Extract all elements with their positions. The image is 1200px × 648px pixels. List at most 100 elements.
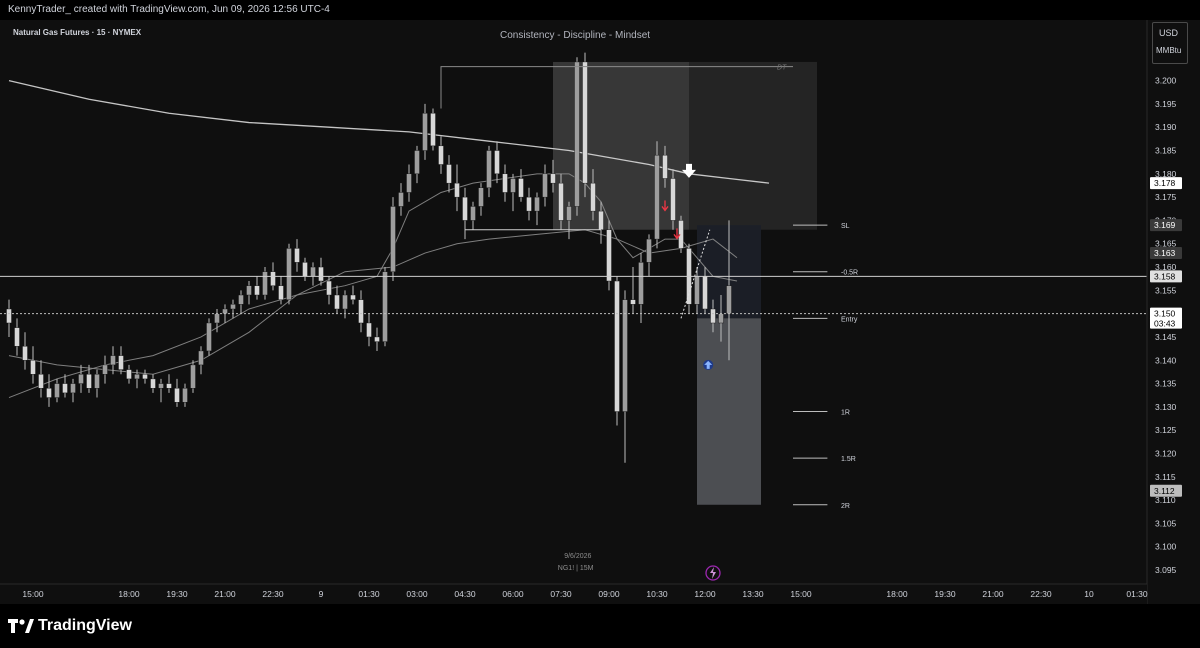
candle-body	[310, 266, 316, 277]
candle	[614, 276, 620, 426]
candle	[486, 145, 492, 198]
candle	[358, 290, 364, 333]
y-tick-label: 3.100	[1155, 542, 1177, 552]
candle-body	[134, 374, 140, 380]
candle	[190, 360, 196, 393]
y-tick-label: 3.130	[1155, 402, 1177, 412]
candle-body	[294, 248, 300, 263]
candle	[70, 378, 76, 403]
y-tick-label: 3.135	[1155, 379, 1177, 389]
candle-body	[542, 173, 548, 198]
candle-body	[502, 173, 508, 193]
price-label: 3.150	[1154, 309, 1176, 319]
candle	[534, 192, 540, 226]
candle	[454, 164, 460, 212]
candle	[622, 290, 628, 463]
level-label-5: 2R	[841, 503, 850, 510]
x-tick-label: 01:30	[1126, 589, 1148, 599]
candle-body	[278, 285, 284, 300]
candle-body	[198, 350, 204, 366]
candle	[334, 285, 340, 314]
brand-text: TradingView	[38, 617, 132, 634]
candle	[206, 318, 212, 356]
price-label: 3.169	[1154, 220, 1176, 230]
candle	[158, 378, 164, 403]
y-tick-label: 3.185	[1155, 146, 1177, 156]
candle-body	[654, 154, 660, 240]
candle-body	[478, 187, 484, 207]
top-attribution-bar: KennyTrader_ created with TradingView.co…	[0, 0, 1200, 20]
zones	[553, 61, 817, 505]
x-tick-label: 22:30	[1030, 589, 1052, 599]
candle-body	[30, 360, 36, 375]
candle	[654, 141, 660, 249]
chart-canvas[interactable]: DT 9/6/2026 NG1! | 15M SL -0.5R Entry 1R 1.5R 2…	[0, 20, 1200, 604]
candle-body	[494, 150, 500, 175]
dt-label: DT	[777, 65, 787, 72]
candle	[526, 187, 532, 221]
candle	[430, 108, 436, 151]
candle	[406, 164, 412, 202]
y-tick-label: 3.120	[1155, 448, 1177, 458]
candle-body	[182, 388, 188, 403]
candle-body	[142, 374, 148, 380]
candle-body	[726, 285, 732, 314]
tradingview-logo[interactable]: TradingView	[8, 617, 132, 635]
x-tick-label: 10	[1084, 589, 1094, 599]
candle-body	[326, 280, 332, 296]
level-label-1: -0.5R	[841, 270, 858, 277]
candle	[182, 383, 188, 407]
candle-body	[414, 150, 420, 175]
x-tick-label: 21:00	[214, 589, 236, 599]
candle-body	[662, 154, 668, 179]
candle-body	[710, 308, 716, 324]
bottom-note-date: 9/6/2026	[564, 553, 591, 560]
candle-body	[190, 364, 196, 389]
candle	[462, 187, 468, 240]
candle-body	[366, 322, 372, 338]
candle	[422, 103, 428, 160]
price-axis: 3.0953.1003.1053.1103.1153.1203.1253.130…	[1146, 20, 1200, 604]
candle	[94, 369, 100, 398]
candle	[374, 327, 380, 351]
candle-body	[110, 355, 116, 366]
candle-body	[630, 299, 636, 305]
candle-body	[150, 378, 156, 389]
candle	[30, 346, 36, 384]
candle	[366, 313, 372, 347]
candle-body	[94, 374, 100, 389]
candle	[582, 52, 588, 198]
x-tick-label: 19:30	[934, 589, 956, 599]
attribution-text: KennyTrader_ created with TradingView.co…	[8, 4, 330, 15]
candle	[302, 257, 308, 282]
candle-body	[286, 248, 292, 300]
candle-body	[214, 313, 220, 324]
candle-body	[638, 262, 644, 305]
x-tick-label: 19:30	[166, 589, 188, 599]
candle-body	[254, 285, 260, 296]
lightning-bolt	[710, 567, 716, 579]
candle-body	[206, 322, 212, 352]
x-tick-label: 06:00	[502, 589, 524, 599]
candle-body	[270, 271, 276, 286]
candle-body	[318, 266, 324, 282]
candle-body	[118, 355, 124, 370]
level-label-0: SL	[841, 223, 850, 230]
x-tick-label: 15:00	[22, 589, 44, 599]
candle-body	[334, 294, 340, 310]
candle	[438, 136, 444, 174]
x-tick-label: 21:00	[982, 589, 1004, 599]
candle-body	[126, 369, 132, 380]
candle	[46, 374, 52, 407]
symbol-title[interactable]: Natural Gas Futures · 15 · NYMEX	[13, 28, 141, 37]
y-tick-label: 3.195	[1155, 99, 1177, 109]
candle-body	[174, 388, 180, 403]
candle	[502, 164, 508, 202]
price-label: 3.158	[1154, 271, 1176, 281]
candle-body	[518, 178, 524, 198]
candle-body	[390, 206, 396, 272]
candle	[78, 364, 84, 393]
level-label-4: 1.5R	[841, 456, 856, 463]
candle	[246, 281, 252, 305]
candle-body	[54, 383, 60, 398]
